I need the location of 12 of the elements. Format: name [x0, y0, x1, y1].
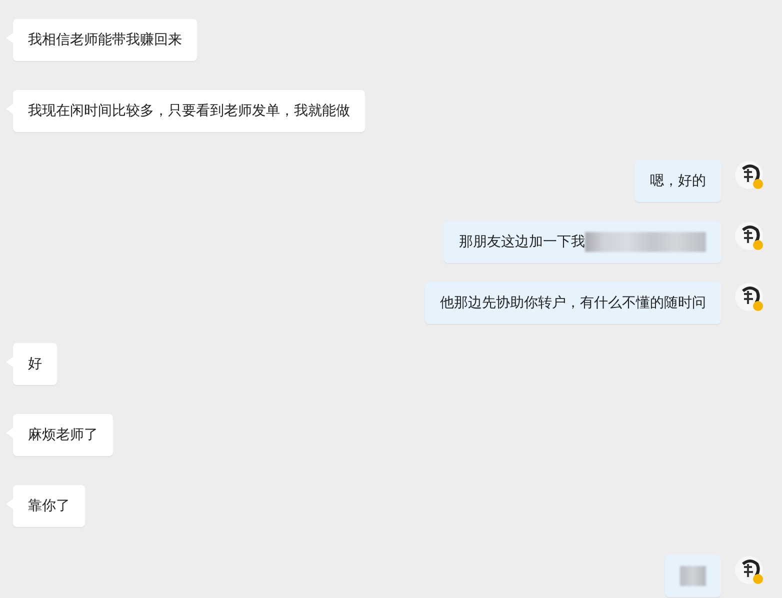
message-text: 他那边先协助你转户，有什么不懂的随时问 [440, 294, 706, 312]
avatar[interactable] [734, 282, 764, 312]
message-text: 靠你了 [28, 497, 70, 515]
message-text: 我现在闲时间比较多，只要看到老师发单，我就能做 [28, 102, 350, 120]
avatar[interactable] [734, 221, 764, 251]
message-text: 好 [28, 355, 42, 373]
avatar[interactable] [734, 555, 764, 585]
message-text: 那朋友这边加一下我 [459, 233, 585, 251]
avatar[interactable] [734, 160, 764, 190]
message-text: 我相信老师能带我赚回来 [28, 31, 182, 49]
message-text: 嗯，好的 [650, 172, 706, 190]
message-text: 麻烦老师了 [28, 426, 98, 444]
